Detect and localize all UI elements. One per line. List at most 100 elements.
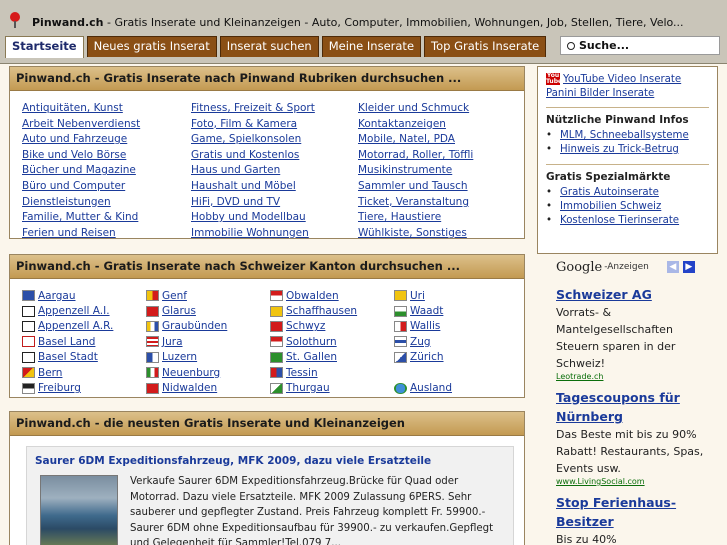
rubrik-link[interactable]: Motorrad, Roller, Töffli (358, 149, 473, 161)
kanton-link[interactable]: Wallis (410, 320, 440, 332)
rubrik-link[interactable]: Tiere, Haustiere (358, 211, 441, 223)
glarus-flag-icon (146, 305, 159, 317)
tab-top-inserate[interactable]: Top Gratis Inserate (424, 36, 547, 57)
rubrik-link[interactable]: Ferien und Reisen (22, 227, 116, 239)
rubrik-link[interactable]: Foto, Film & Kamera (191, 118, 297, 130)
pin-logo-icon (10, 12, 20, 28)
info-link[interactable]: MLM, Schneeballsysteme (560, 130, 689, 141)
kanton-link[interactable]: Uri (410, 290, 425, 302)
ad-body: Das Beste mit bis zu 90% Rabatt! Restaur… (556, 428, 704, 475)
kanton-link[interactable]: Neuenburg (162, 367, 220, 379)
rubrik-link[interactable]: Musikinstrumente (358, 164, 452, 176)
rubrik-link[interactable]: Bike und Velo Börse (22, 149, 126, 161)
kanton-link[interactable]: Appenzell A.R. (38, 320, 113, 332)
youtube-icon: You Tube (546, 72, 563, 85)
maerkte-section: Gratis Spezialmärkte Gratis Autoinserate… (546, 164, 709, 229)
site-name[interactable]: Pinwand.ch (32, 16, 103, 29)
kanton-link[interactable]: Zug (410, 336, 431, 348)
kanton-link[interactable]: Zürich (410, 351, 444, 363)
kanton-col-4: Uri Waadt Wallis Zug Zürich Ausland (394, 288, 452, 396)
wallis-flag-icon (394, 320, 407, 332)
rubrik-link[interactable]: Kleider und Schmuck (358, 102, 469, 114)
st-gallen-flag-icon (270, 351, 283, 363)
youtube-row: You TubeYouTube Video Inserate Panini Bil… (546, 73, 709, 101)
rubrik-link[interactable]: Auto und Fahrzeuge (22, 133, 127, 145)
inserat-text: Verkaufe Saurer 6DM Expeditionsfahrzeug.… (130, 476, 494, 545)
ad-item[interactable]: Schweizer AG Vorrats- & Mantelgesellscha… (556, 285, 718, 381)
google-logo[interactable]: Google (556, 260, 602, 275)
uri-flag-icon (394, 290, 407, 302)
kanton-link[interactable]: Schwyz (286, 320, 325, 332)
kanton-col-2: Genf Glarus Graubünden Jura Luzern Neuen… (146, 288, 227, 396)
rubrik-link[interactable]: HiFi, DVD und TV (191, 196, 280, 208)
ad-item[interactable]: Tagescoupons für Nürnberg Das Beste mit … (556, 388, 718, 486)
kanton-link[interactable]: Schaffhausen (286, 305, 357, 317)
ad-url[interactable]: www.LivingSocial.com (556, 477, 718, 486)
kanton-link[interactable]: Bern (38, 367, 62, 379)
kanton-link[interactable]: Graubünden (162, 320, 227, 332)
rubrik-link[interactable]: Gratis und Kostenlos (191, 149, 299, 161)
kanton-link[interactable]: Thurgau (286, 382, 330, 394)
kanton-link[interactable]: Basel Land (38, 336, 95, 348)
rubrik-link[interactable]: Immobilie Wohnungen (191, 227, 309, 239)
rubrik-link[interactable]: Haus und Garten (191, 164, 280, 176)
prev-arrow-icon[interactable]: ◀ (666, 261, 679, 273)
ad-title[interactable]: Tagescoupons für Nürnberg (556, 388, 718, 426)
rubrik-link[interactable]: Mobile, Natel, PDA (358, 133, 455, 145)
tessin-flag-icon (270, 367, 283, 379)
kanton-link[interactable]: Appenzell A.I. (38, 305, 110, 317)
rubrik-link[interactable]: Ticket, Veranstaltung (358, 196, 469, 208)
next-arrow-icon[interactable]: ▶ (682, 261, 695, 273)
kanton-link[interactable]: Aargau (38, 290, 76, 302)
site-tagline: Pinwand.ch - Gratis Inserate und Kleinan… (32, 16, 722, 29)
markt-link[interactable]: Immobilien Schweiz (560, 201, 661, 212)
kanton-link[interactable]: Tessin (286, 367, 318, 379)
kanton-link[interactable]: Basel Stadt (38, 351, 98, 363)
tab-startseite[interactable]: Startseite (5, 36, 84, 58)
rubrik-link[interactable]: Kontaktanzeigen (358, 118, 446, 130)
ad-title[interactable]: Schweizer AG (556, 285, 718, 304)
rubrik-link[interactable]: Haushalt und Möbel (191, 180, 296, 192)
rubrik-link[interactable]: Hobby und Modellbau (191, 211, 306, 223)
markt-link[interactable]: Kostenlose Tierinserate (560, 215, 679, 226)
kanton-link[interactable]: Nidwalden (162, 382, 217, 394)
inserat-card[interactable]: Saurer 6DM Expeditionsfahrzeug, MFK 2009… (26, 446, 514, 545)
kanton-link[interactable]: Jura (162, 336, 183, 348)
ads-label[interactable]: -Anzeigen (604, 262, 649, 272)
tab-inserat-suchen[interactable]: Inserat suchen (219, 36, 319, 57)
kanton-link[interactable]: St. Gallen (286, 351, 337, 363)
rubrik-link[interactable]: Bücher und Magazine (22, 164, 136, 176)
bern-flag-icon (22, 367, 35, 379)
rubrik-link[interactable]: Sammler und Tausch (358, 180, 468, 192)
inserat-photo[interactable] (40, 475, 118, 545)
infos-title: Nützliche Pinwand Infos (546, 114, 689, 126)
ad-title[interactable]: Stop Ferienhaus-Besitzer (556, 493, 718, 531)
youtube-link[interactable]: YouTube Video Inserate Panini Bilder Ins… (546, 74, 681, 99)
aargau-flag-icon (22, 290, 35, 302)
tab-neues-inserat[interactable]: Neues gratis Inserat (86, 36, 217, 57)
kanton-link[interactable]: Luzern (162, 351, 197, 363)
kanton-link[interactable]: Genf (162, 290, 187, 302)
ad-url[interactable]: Leotrade.ch (556, 372, 718, 381)
rubrik-link[interactable]: Familie, Mutter & Kind (22, 211, 138, 223)
rubrik-link[interactable]: Game, Spielkonsolen (191, 133, 301, 145)
rubrik-link[interactable]: Wühlkiste, Sonstiges (358, 227, 467, 239)
search-input[interactable]: Suche... (560, 36, 720, 55)
rubrik-link[interactable]: Büro und Computer (22, 180, 125, 192)
info-link[interactable]: Hinweis zu Trick-Betrug (560, 144, 679, 155)
kanton-link[interactable]: Obwalden (286, 290, 339, 302)
markt-link[interactable]: Gratis Autoinserate (560, 187, 659, 198)
tab-meine-inserate[interactable]: Meine Inserate (321, 36, 422, 57)
rubrik-link[interactable]: Dienstleistungen (22, 196, 111, 208)
infos-section: Nützliche Pinwand Infos MLM, Schneeballs… (546, 107, 709, 158)
rubrik-link[interactable]: Fitness, Freizeit & Sport (191, 102, 315, 114)
kanton-link[interactable]: Freiburg (38, 382, 81, 394)
kanton-link[interactable]: Glarus (162, 305, 196, 317)
kanton-link[interactable]: Waadt (410, 305, 443, 317)
kanton-link[interactable]: Ausland (410, 382, 452, 394)
inserat-title[interactable]: Saurer 6DM Expeditionsfahrzeug, MFK 2009… (35, 455, 431, 467)
kanton-link[interactable]: Solothurn (286, 336, 337, 348)
rubrik-link[interactable]: Arbeit Nebenverdienst (22, 118, 140, 130)
ad-item[interactable]: Stop Ferienhaus-Besitzer Bis zu 40% (556, 493, 718, 545)
rubrik-link[interactable]: Antiquitäten, Kunst (22, 102, 123, 114)
